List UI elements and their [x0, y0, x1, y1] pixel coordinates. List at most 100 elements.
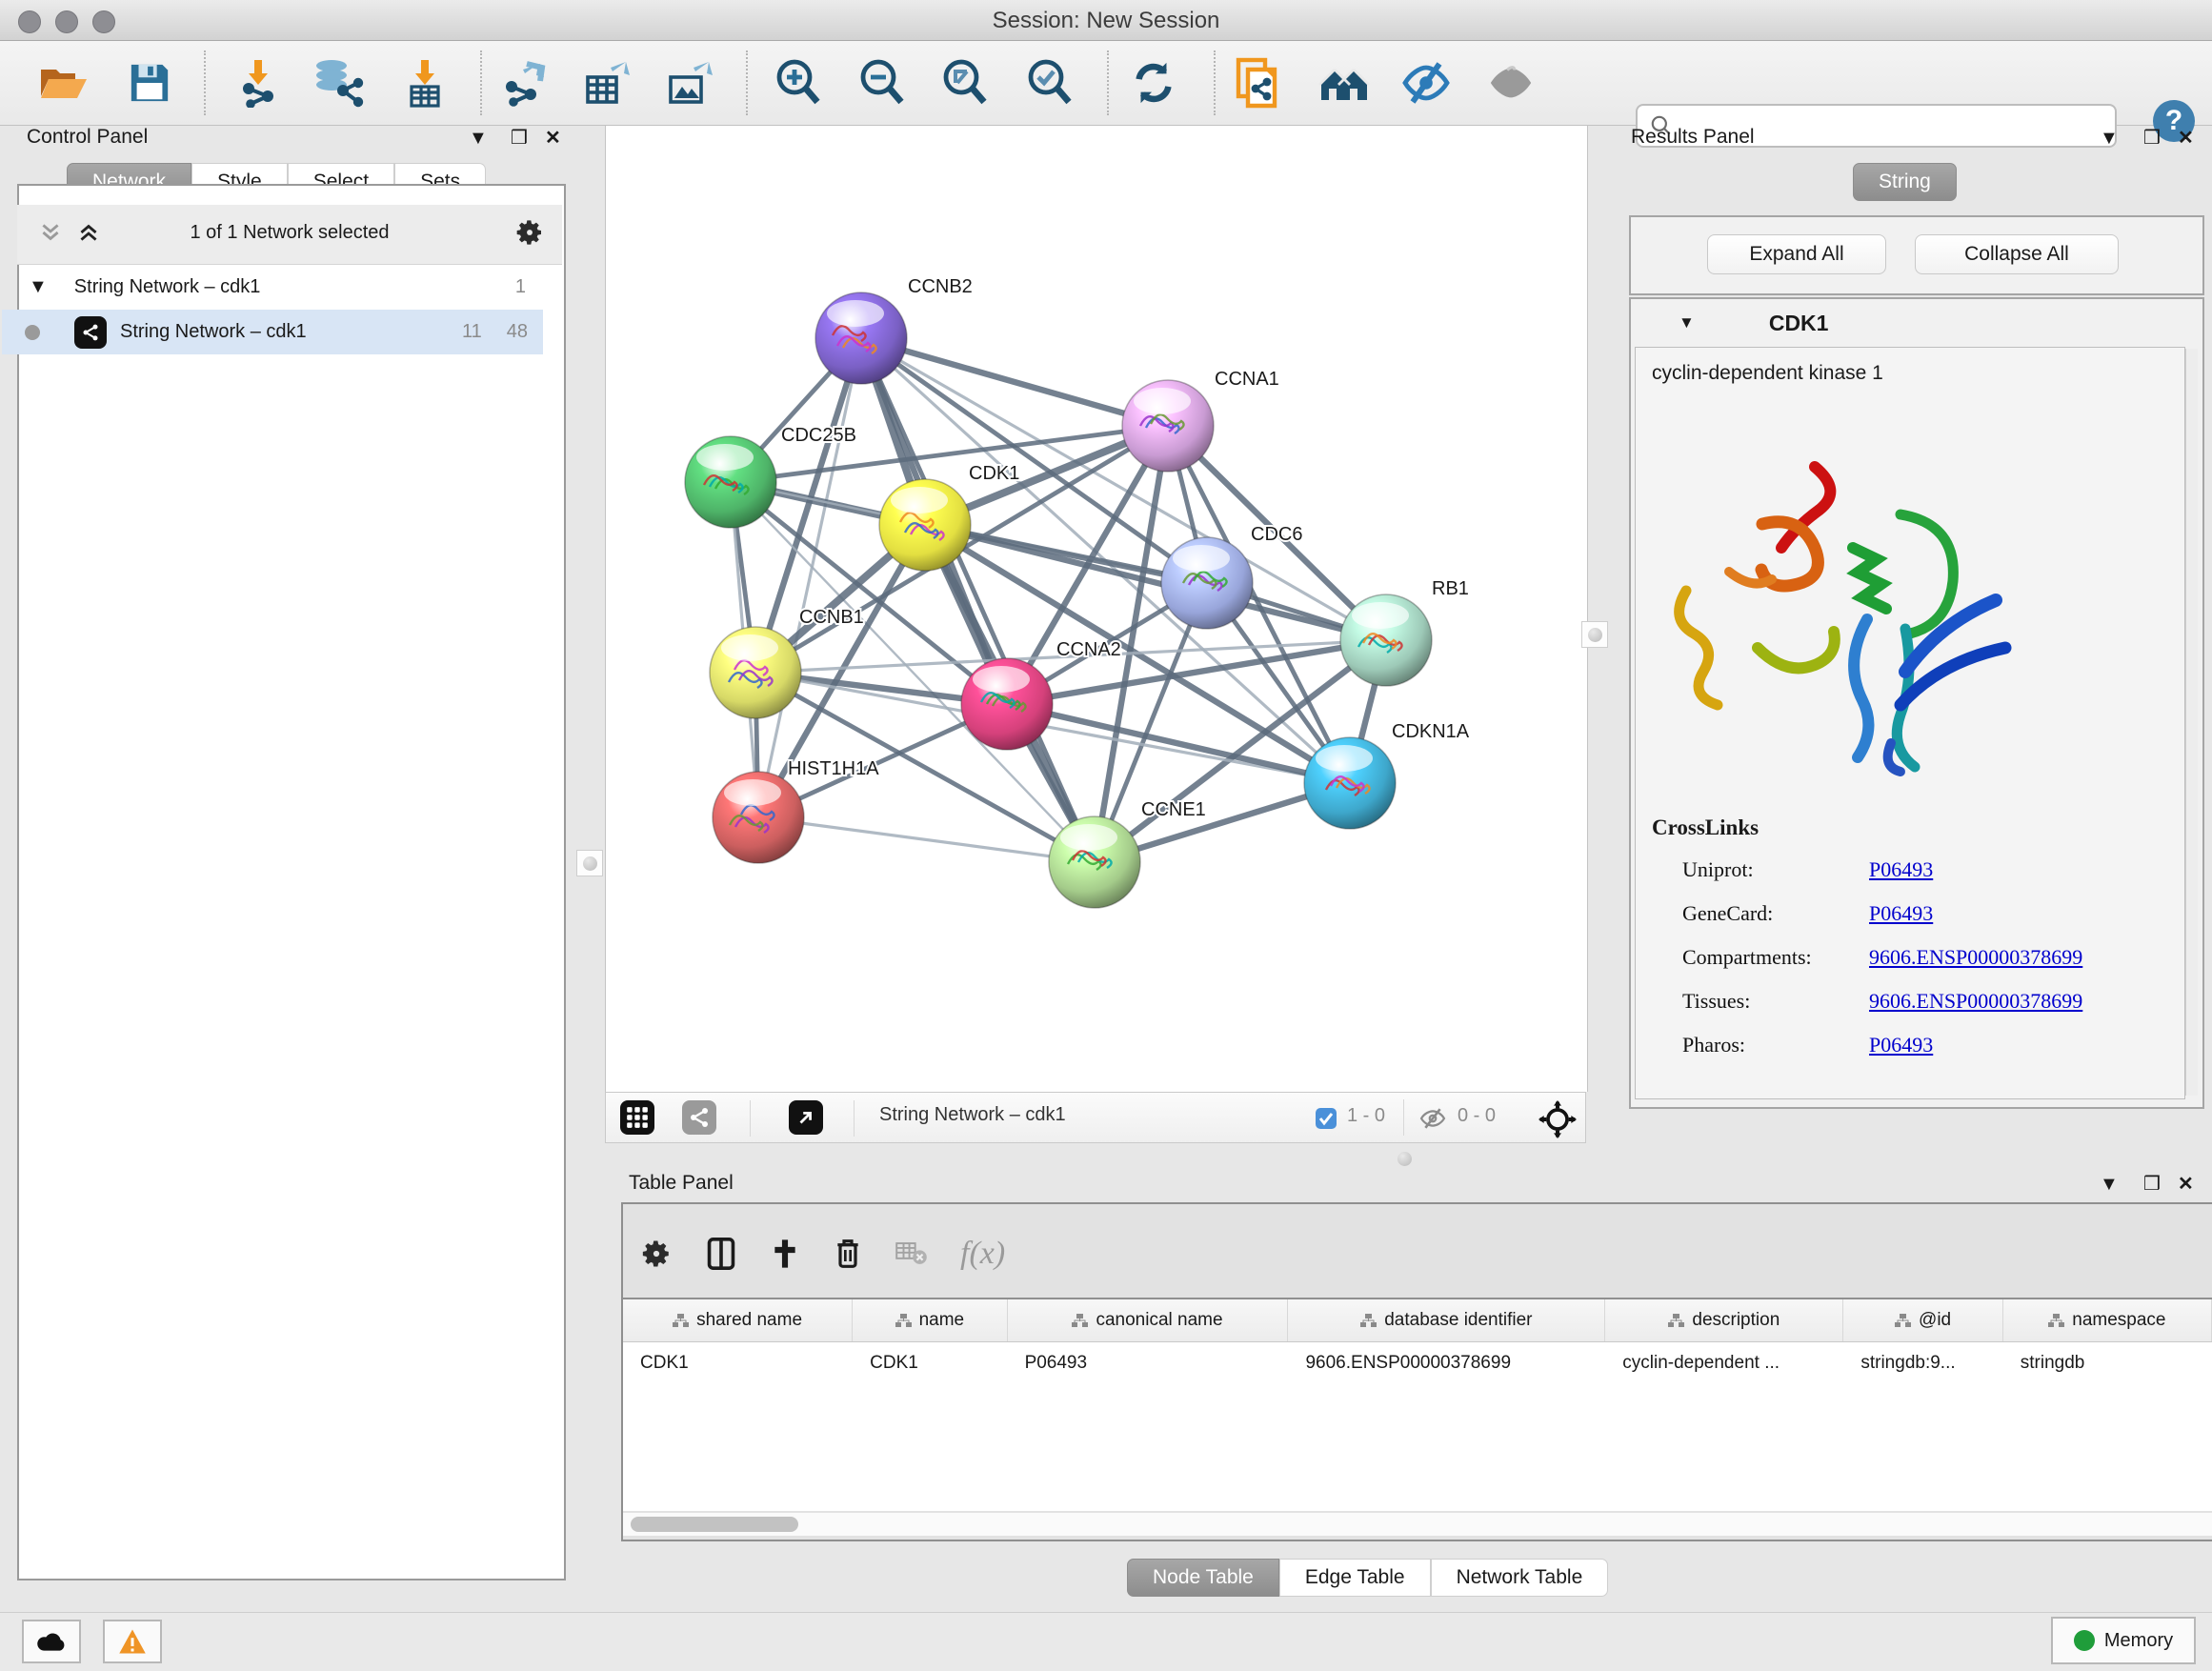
crosslink-value-link[interactable]: P06493 [1869, 857, 1933, 901]
selected-checkbox[interactable] [1315, 1107, 1337, 1130]
crosslink-value-link[interactable]: P06493 [1869, 901, 1933, 945]
left-splitter-handle[interactable] [576, 850, 603, 876]
birds-eye-grid-icon[interactable] [620, 1100, 654, 1135]
export-network-icon[interactable] [494, 54, 552, 111]
save-session-icon[interactable] [121, 54, 178, 111]
table-hscrollbar[interactable] [623, 1513, 2212, 1536]
refresh-icon[interactable] [1125, 54, 1182, 111]
expand-all-button[interactable]: Expand All [1707, 234, 1886, 274]
gene-entry-header[interactable]: ▼ CDK1 [1633, 301, 2197, 345]
show-eye-icon[interactable] [1482, 54, 1539, 111]
network-edge-count: 48 [507, 321, 528, 343]
table-panel-menu-icon[interactable]: ▼ [2100, 1174, 2119, 1196]
hidden-eye-icon[interactable] [1418, 1107, 1447, 1130]
table-cell[interactable]: 9606.ENSP00000378699 [1288, 1342, 1605, 1384]
control-panel-float-icon[interactable]: ❒ [511, 126, 528, 150]
network-graph[interactable]: CCNB2CCNA1CDC25BCDK1CDC6RB1CCNB1CCNA2CDK… [606, 126, 1587, 1092]
results-panel-float-icon[interactable]: ❒ [2143, 126, 2161, 150]
results-scrollbar[interactable] [2185, 349, 2198, 1096]
crosslink-row: Uniprot:P06493 [1682, 857, 2178, 901]
memory-status-dot [2074, 1630, 2095, 1651]
column-header-namespace[interactable]: namespace [2003, 1299, 2212, 1341]
function-builder-icon[interactable]: f(x) [960, 1236, 1005, 1272]
export-table-icon[interactable] [578, 54, 635, 111]
import-network-database-icon[interactable] [309, 54, 366, 111]
delete-table-icon[interactable] [895, 1240, 928, 1267]
delete-column-trash-icon[interactable] [833, 1237, 863, 1271]
column-header-shared-name[interactable]: shared name [623, 1299, 853, 1341]
warnings-button[interactable] [103, 1620, 162, 1663]
network-edge[interactable] [1007, 704, 1350, 783]
tab-network-table[interactable]: Network Table [1431, 1559, 1609, 1597]
column-header-description[interactable]: description [1605, 1299, 1843, 1341]
gene-collapse-icon[interactable]: ▼ [1679, 313, 1695, 332]
network-edge[interactable] [758, 338, 861, 817]
table-settings-gear-icon[interactable] [640, 1238, 673, 1270]
table-cell[interactable]: CDK1 [623, 1342, 853, 1384]
column-header-canonical-name[interactable]: canonical name [1008, 1299, 1289, 1341]
network-edge[interactable] [925, 525, 1386, 640]
network-row-label: String Network – cdk1 [120, 321, 307, 343]
collapse-all-button[interactable]: Collapse All [1915, 234, 2119, 274]
column-header-database-identifier[interactable]: database identifier [1288, 1299, 1605, 1341]
crosslink-value-link[interactable]: P06493 [1869, 1033, 1933, 1077]
toolbar-separator [1214, 50, 1216, 115]
results-panel-menu-icon[interactable]: ▼ [2100, 128, 2119, 150]
cloud-status-button[interactable] [22, 1620, 81, 1663]
memory-button[interactable]: Memory [2051, 1617, 2196, 1664]
table-cell[interactable]: cyclin-dependent ... [1605, 1342, 1843, 1384]
right-splitter-handle[interactable] [1581, 621, 1608, 648]
network-edge[interactable] [861, 338, 1095, 862]
selected-count-badge: 1 - 0 [1347, 1105, 1385, 1127]
open-in-window-icon[interactable] [789, 1100, 823, 1135]
fit-content-crosshair-icon[interactable] [1538, 1100, 1577, 1138]
table-panel-close-icon[interactable]: ✕ [2178, 1172, 2194, 1196]
toolbar-separator [480, 50, 482, 115]
collection-expand-icon[interactable]: ▼ [29, 276, 48, 298]
window-title: Session: New Session [0, 8, 2212, 34]
table-hscrollbar-thumb[interactable] [631, 1517, 798, 1532]
import-table-file-icon[interactable] [397, 54, 454, 111]
table-row[interactable]: CDK1CDK1P064939606.ENSP00000378699cyclin… [623, 1342, 2212, 1384]
crosslink-label: Tissues: [1682, 989, 1869, 1033]
table-cell[interactable]: stringdb:9... [1843, 1342, 2002, 1384]
tab-edge-table[interactable]: Edge Table [1279, 1559, 1431, 1597]
memory-label: Memory [2104, 1630, 2173, 1652]
copy-network-icon[interactable] [1231, 54, 1288, 111]
node-gloss-highlight [891, 487, 948, 513]
table-cell[interactable]: CDK1 [853, 1342, 1007, 1384]
collection-label: String Network – cdk1 [74, 276, 261, 298]
tab-node-table[interactable]: Node Table [1127, 1559, 1279, 1597]
crosslink-row: GeneCard:P06493 [1682, 901, 2178, 945]
zoom-fit-icon[interactable] [936, 54, 994, 111]
control-panel-close-icon[interactable]: ✕ [545, 126, 561, 150]
export-image-icon[interactable] [661, 54, 718, 111]
crosslinks-title: CrossLinks [1652, 815, 1759, 840]
import-network-file-icon[interactable] [230, 54, 287, 111]
column-header-id[interactable]: @id [1843, 1299, 2002, 1341]
home-icon[interactable] [1316, 54, 1373, 111]
zoom-out-icon[interactable] [854, 54, 911, 111]
table-cell[interactable]: stringdb [2003, 1342, 2212, 1384]
open-session-icon[interactable] [35, 54, 92, 111]
crosslink-value-link[interactable]: 9606.ENSP00000378699 [1869, 989, 2082, 1033]
show-columns-icon[interactable] [705, 1237, 737, 1271]
crosslink-value-link[interactable]: 9606.ENSP00000378699 [1869, 945, 2082, 989]
hide-unhide-icon[interactable] [1398, 54, 1455, 111]
add-column-icon[interactable] [770, 1237, 800, 1271]
zoom-in-icon[interactable] [770, 54, 827, 111]
table-panel-float-icon[interactable]: ❒ [2143, 1172, 2161, 1196]
network-collection-row[interactable]: ▼ String Network – cdk1 1 [2, 265, 543, 310]
network-canvas[interactable]: CCNB2CCNA1CDC25BCDK1CDC6RB1CCNB1CCNA2CDK… [605, 126, 1588, 1092]
zoom-selected-icon[interactable] [1021, 54, 1078, 111]
table-cell[interactable]: P06493 [1008, 1342, 1289, 1384]
results-panel-close-icon[interactable]: ✕ [2178, 126, 2194, 150]
column-header-name[interactable]: name [853, 1299, 1007, 1341]
network-row-selected[interactable]: String Network – cdk1 11 48 [2, 310, 543, 354]
network-share-icon[interactable] [682, 1100, 716, 1135]
network-edge[interactable] [758, 817, 1095, 862]
tab-string[interactable]: String [1853, 163, 1957, 201]
control-panel-menu-icon[interactable]: ▼ [469, 128, 488, 150]
network-options-gear-icon[interactable] [514, 217, 545, 248]
table-panel-splitter-handle[interactable] [1392, 1146, 1417, 1171]
